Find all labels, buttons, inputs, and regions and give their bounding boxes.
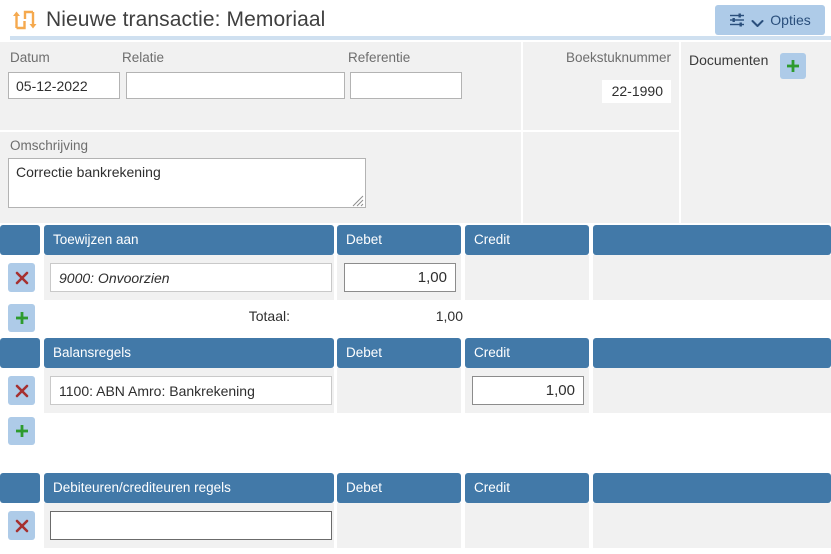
add-row-button[interactable] [8,417,35,445]
add-document-button[interactable] [780,53,806,79]
sliders-icon [729,13,745,27]
grid-add-row [0,413,831,451]
table-row [0,368,831,413]
plus-icon [15,311,29,325]
grid-debiteuren-crediteuren: Debiteuren/crediteuren regels Debet Cred… [0,473,831,548]
grid-balansregels: Balansregels Debet Credit [0,338,831,451]
row-actions-cell [0,503,40,548]
column-header-extra [593,473,831,503]
row-debet-cell[interactable] [337,368,461,413]
grid-total-row: Totaal: 1,00 [0,300,831,338]
row-credit-cell[interactable] [465,503,589,548]
grid-header-row: Debiteuren/crediteuren regels Debet Cred… [0,473,831,503]
referentie-input[interactable] [350,72,462,99]
column-header-debet: Debet [337,338,461,368]
transfer-arrows-icon [12,9,38,31]
documenten-label: Documenten [689,52,769,68]
table-row [0,503,831,548]
omschrijving-textarea[interactable] [8,158,366,208]
plus-icon [15,424,29,438]
form-panel-boekstuknummer-lower [523,132,679,223]
chevron-down-icon [751,16,764,27]
account-input[interactable] [50,511,332,540]
row-extra-cell [593,503,831,548]
datum-label: Datum [10,50,50,65]
grid-header-row: Balansregels Debet Credit [0,338,831,368]
options-button[interactable]: Opties [715,5,825,35]
row-actions-cell [0,255,40,300]
account-input[interactable] [50,376,332,405]
boekstuknummer-label: Boekstuknummer [565,50,671,65]
row-credit-cell[interactable] [465,255,589,300]
relatie-label: Relatie [122,50,165,65]
column-header-name: Toewijzen aan [44,225,334,255]
row-extra-cell [593,368,831,413]
section-gap [0,451,831,473]
row-extra-cell [593,255,831,300]
column-header-debet: Debet [337,473,461,503]
column-header-name: Balansregels [44,338,334,368]
row-credit-cell [465,368,589,413]
column-header-actions [0,225,40,255]
column-header-name: Debiteuren/crediteuren regels [44,473,334,503]
add-row-button[interactable] [8,304,35,332]
total-label: Totaal: [248,308,290,324]
account-input[interactable] [50,263,332,292]
options-button-label: Opties [770,12,811,28]
column-header-credit: Credit [465,225,589,255]
delete-row-button[interactable] [8,511,35,540]
row-account-cell [44,503,334,548]
form-panel-boekstuknummer: Boekstuknummer 22-1990 [523,42,679,130]
column-header-credit: Credit [465,338,589,368]
row-debet-cell [337,255,461,300]
row-debet-cell[interactable] [337,503,461,548]
row-account-cell [44,255,334,300]
table-row [0,255,831,300]
form-panel-documenten: Documenten [681,42,831,223]
close-x-icon [15,384,29,398]
column-header-extra [593,225,831,255]
close-x-icon [15,519,29,533]
row-actions-cell [0,368,40,413]
column-header-actions [0,338,40,368]
column-header-extra [593,338,831,368]
row-account-cell [44,368,334,413]
column-header-credit: Credit [465,473,589,503]
credit-input[interactable] [472,376,584,405]
form-panel-main: Datum Relatie Referentie [0,42,521,130]
total-value: 1,00 [435,308,463,324]
window-titlebar: Nieuwe transactie: Memoriaal Opties [0,0,831,40]
column-header-debet: Debet [337,225,461,255]
grid-toewijzen: Toewijzen aan Debet Credit 9000: Onvoorz… [0,225,831,338]
delete-row-button[interactable] [8,376,35,405]
form-panel-description: Omschrijving [0,132,521,223]
close-x-icon [15,271,29,285]
grid-header-row: Toewijzen aan Debet Credit [0,225,831,255]
page-title: Nieuwe transactie: Memoriaal [46,8,326,31]
plus-icon [786,59,800,73]
relatie-input[interactable] [126,72,345,99]
column-header-actions [0,473,40,503]
transaction-form: Datum Relatie Referentie Omschrijving Bo… [0,40,831,225]
boekstuknummer-value: 22-1990 [601,80,671,103]
datum-input[interactable] [8,72,120,99]
delete-row-button[interactable] [8,263,35,292]
omschrijving-label: Omschrijving [10,138,89,153]
referentie-label: Referentie [348,50,411,65]
debet-input[interactable] [344,263,456,292]
